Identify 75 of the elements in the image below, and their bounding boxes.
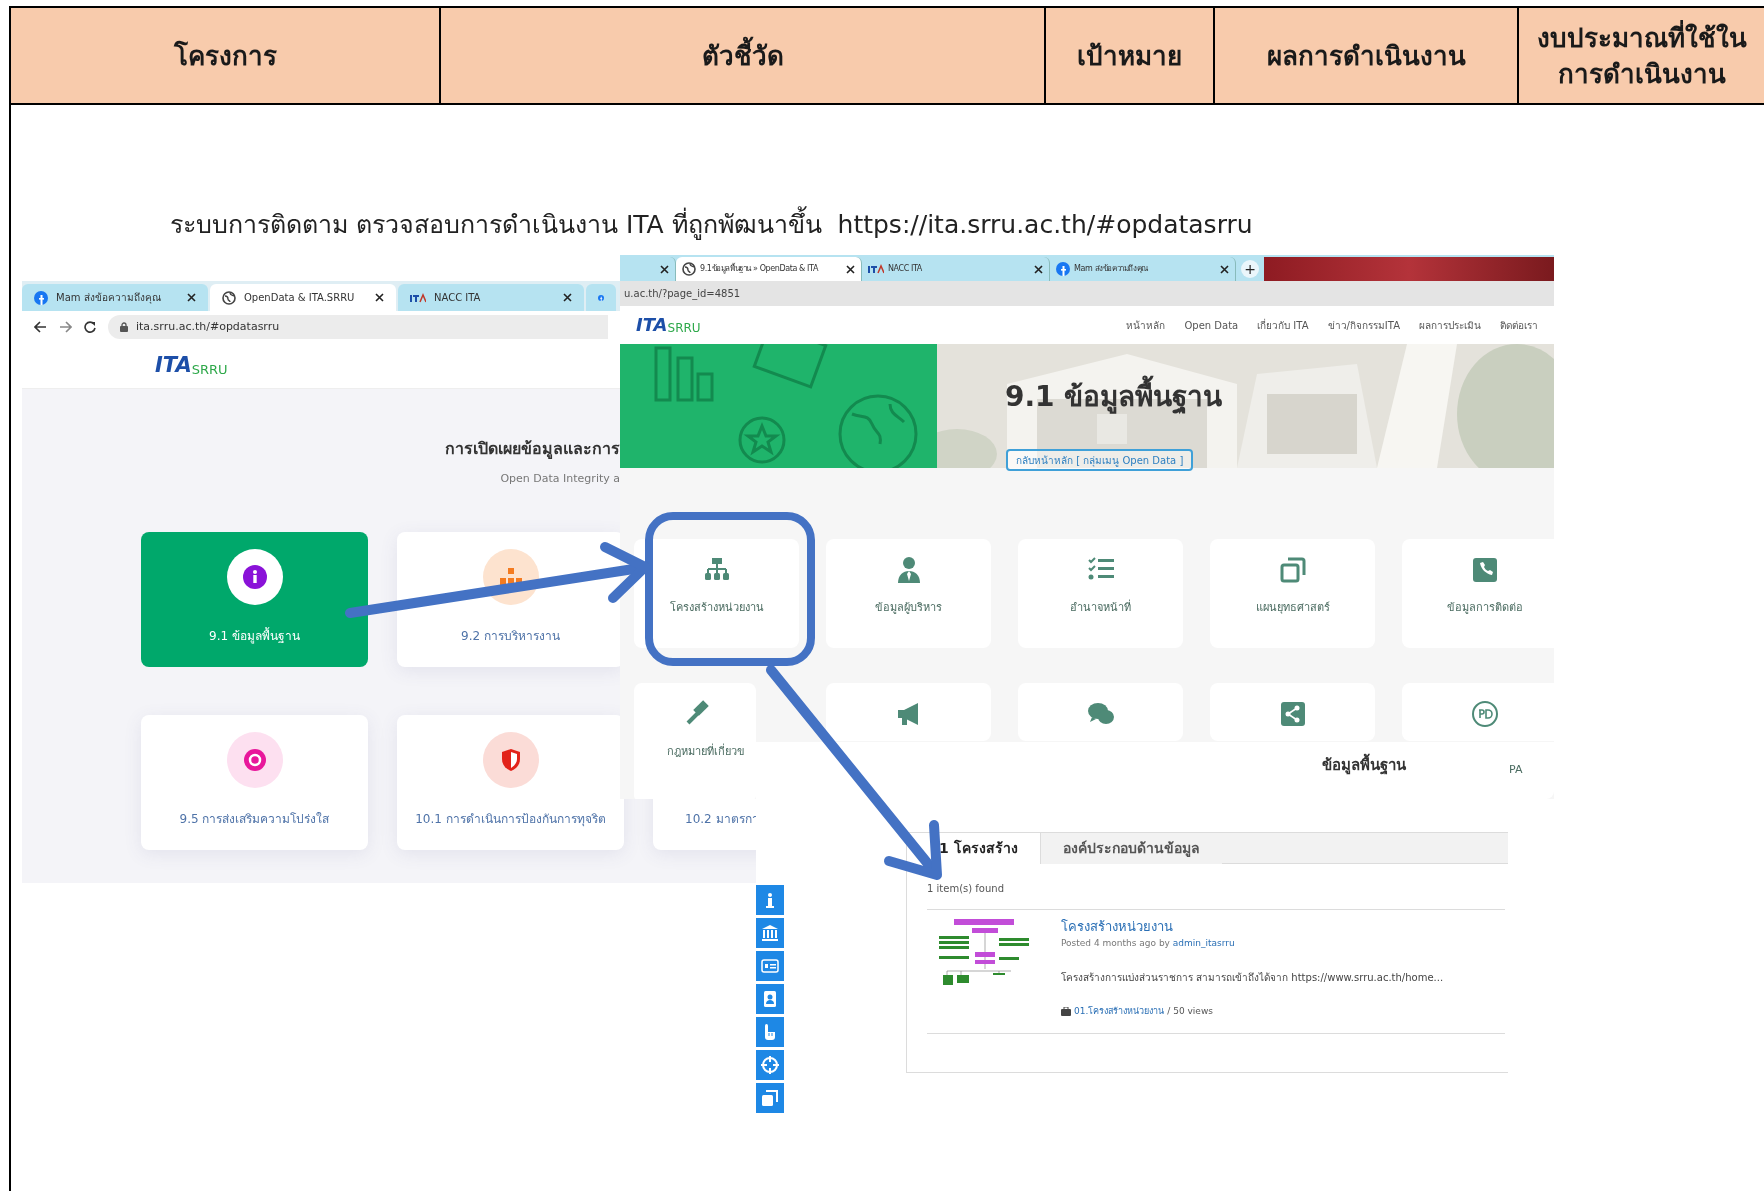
- site-icon: [868, 264, 884, 274]
- browser-tab[interactable]: Mam ส่งข้อความถึงคุณ: [22, 284, 208, 311]
- reload-icon[interactable]: [84, 321, 96, 333]
- crosshair-icon[interactable]: [756, 1050, 784, 1080]
- column-header: งบประมาณที่ใช้ใน การดำเนินงาน: [1519, 8, 1764, 103]
- nav-link[interactable]: ผลการประเมิน: [1419, 317, 1481, 333]
- category-card[interactable]: 9.5 การส่งเสริมความโปร่งใส: [141, 714, 368, 850]
- posted-info: Posted 4 months ago by admin_itasrru: [1061, 936, 1236, 950]
- author-link[interactable]: admin_itasrru: [1172, 937, 1235, 948]
- close-icon[interactable]: [563, 293, 572, 302]
- browser-tab[interactable]: NACC ITA: [398, 284, 584, 311]
- item-title-link[interactable]: โครงสร้างหน่วยงาน: [1061, 917, 1444, 937]
- briefcase-icon: [1061, 1007, 1071, 1017]
- page-title: 9.1 ข้อมูลพื้นฐาน: [1005, 376, 1223, 418]
- close-icon[interactable]: [187, 293, 196, 302]
- menu-card[interactable]: ข้อมูลการติดต่อ: [1402, 539, 1554, 648]
- round-logo-icon: [34, 290, 48, 305]
- menu-card[interactable]: [1210, 683, 1375, 741]
- round-logo-icon: [1056, 262, 1070, 276]
- item-excerpt: โครงสร้างการแบ่งส่วนราชการ สามารถเข้าถึงได้จาก https://www.srru.ac.th/home...: [1061, 971, 1444, 985]
- bank-icon[interactable]: [756, 918, 784, 948]
- lock-icon: [120, 322, 128, 332]
- address-bar[interactable]: u.ac.th/?page_id=4851: [620, 281, 1554, 306]
- category-card[interactable]: 10.1 การดำเนินการป้องกันการทุจริต: [397, 714, 624, 850]
- close-icon[interactable]: [660, 264, 669, 274]
- close-icon[interactable]: [846, 264, 855, 274]
- menu-card[interactable]: อำนาจหน้าที่: [1018, 539, 1183, 648]
- page-heading: การเปิดเผยข้อมูลและการ: [444, 438, 620, 461]
- menu-card[interactable]: แผนยุทธศาสตร์: [1210, 539, 1375, 648]
- column-header: ตัวชี้วัด: [441, 8, 1046, 103]
- browser-tab[interactable]: OpenData & ITA.SRRU: [210, 284, 396, 311]
- globe-icon: [682, 262, 696, 276]
- new-tab-button[interactable]: +: [1241, 260, 1259, 278]
- price-card-icon[interactable]: [756, 951, 784, 981]
- info-icon[interactable]: [756, 885, 784, 915]
- close-icon[interactable]: [375, 293, 384, 302]
- windows-icon: [1278, 556, 1307, 584]
- hand-icon[interactable]: [756, 1017, 784, 1047]
- menu-card[interactable]: โครงสร้างหน่วยงาน: [634, 539, 799, 648]
- result-count: 1 item(s) found: [926, 882, 1005, 896]
- page-subheading: Open Data Integrity a: [499, 471, 620, 487]
- nav-link[interactable]: ข่าว/กิจกรรมITA: [1327, 317, 1400, 333]
- column-header: เป้าหมาย: [1046, 8, 1215, 103]
- address-bar[interactable]: ita.srru.ac.th/#opdatasrru: [108, 315, 608, 339]
- nav-link[interactable]: Open Data: [1184, 317, 1239, 333]
- menu-card[interactable]: [826, 683, 991, 741]
- column-header: ผลการดำเนินงาน: [1215, 8, 1519, 103]
- nav-link[interactable]: ติดต่อเรา: [1500, 317, 1538, 333]
- close-icon[interactable]: [1220, 264, 1229, 274]
- site-icon: [410, 292, 426, 303]
- menu-card[interactable]: ข้อมูลผู้บริหาร: [826, 539, 991, 648]
- browser-tab[interactable]: 9.1ข้อมูลพื้นฐาน » OpenData & ITA: [676, 257, 862, 281]
- forward-icon[interactable]: [59, 321, 72, 333]
- menu-label[interactable]: PA: [1509, 763, 1523, 776]
- browser-tab[interactable]: [586, 284, 616, 311]
- back-icon[interactable]: [34, 321, 47, 333]
- pd-badge-icon: [1470, 700, 1499, 728]
- menu-card[interactable]: [1018, 683, 1183, 741]
- contact-card-icon[interactable]: [756, 984, 784, 1014]
- close-icon[interactable]: [1034, 264, 1043, 274]
- logo[interactable]: ITASRRU: [155, 355, 228, 376]
- windows-icon[interactable]: [756, 1083, 784, 1113]
- nav-link[interactable]: เกี่ยวกับ ITA: [1257, 317, 1309, 333]
- share-icon: [1278, 700, 1307, 728]
- menu-card[interactable]: [1402, 683, 1554, 741]
- column-header: โครงการ: [11, 8, 441, 103]
- menu-card[interactable]: กฎหมายที่เกี่ยวข: [634, 683, 756, 799]
- back-button[interactable]: กลับหน้าหลัก [ กลุ่มเมนู Open Data ]: [1006, 449, 1194, 471]
- logo[interactable]: ITASRRU: [636, 316, 701, 334]
- globe-icon: [222, 290, 236, 305]
- category-link[interactable]: 01.โครงสร้างหน่วยงาน: [1074, 1005, 1165, 1019]
- nav-link[interactable]: หน้าหลัก: [1126, 317, 1166, 333]
- caption: ระบบการติดตาม ตรวจสอบการดำเนินงาน ITA ที่ถูกพัฒนาขึ้น https://ita.srru.ac.th/#opdatasrru: [170, 207, 1764, 243]
- view-count: / 50 views: [1167, 1005, 1213, 1018]
- phone-icon: [1470, 556, 1499, 584]
